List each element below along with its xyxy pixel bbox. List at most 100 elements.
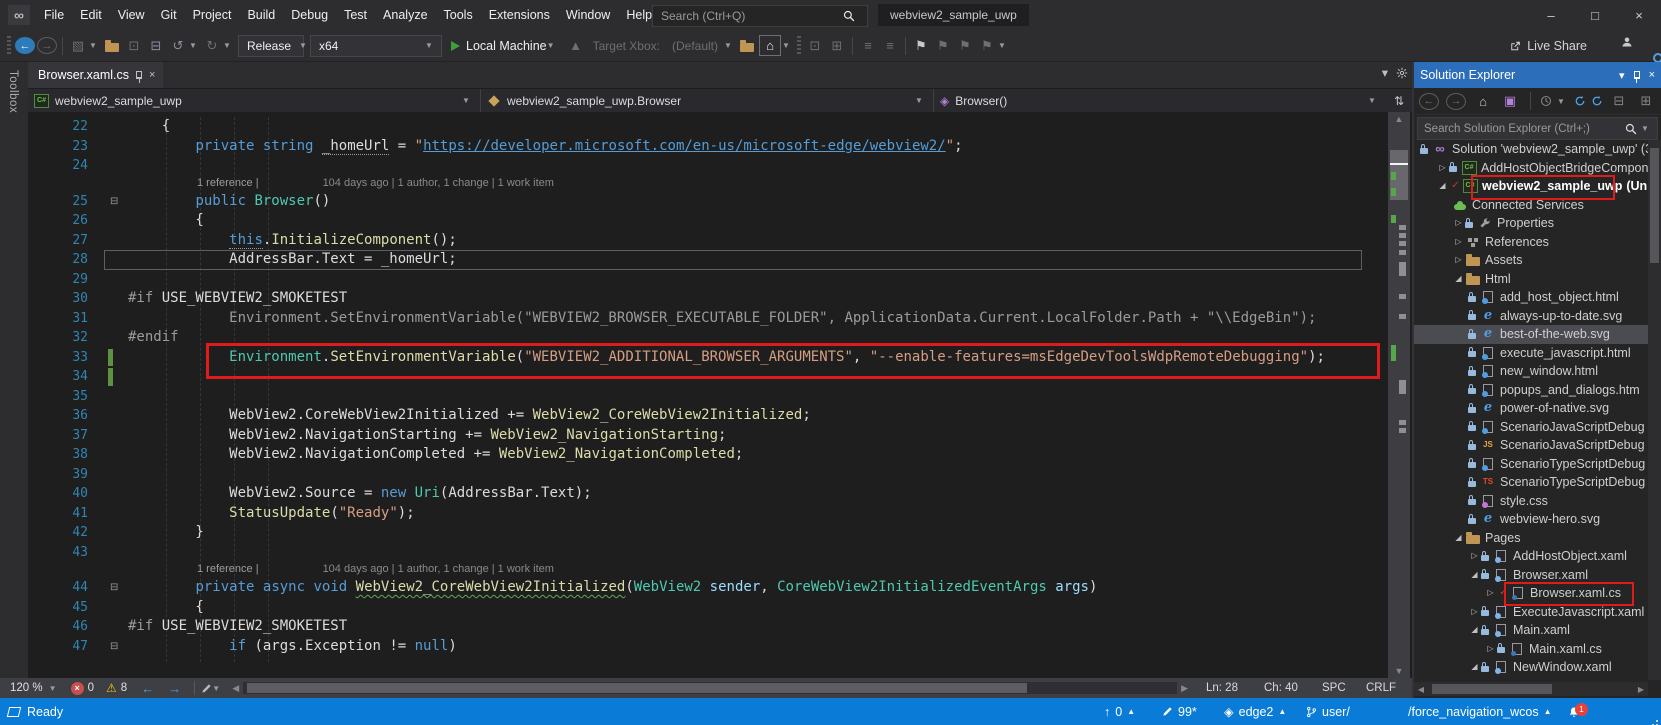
step-over-icon[interactable]: ⊞ [827,34,847,58]
tree-item-scenariojavascriptdebug[interactable]: JS ScenarioJavaScriptDebug [1414,436,1648,455]
chevron-down-icon[interactable]: ▼ [998,41,1010,50]
code-line-33[interactable]: 33 Environment.SetEnvironmentVariable("W… [28,348,1388,368]
fold-collapse-icon[interactable]: ⊟ [110,637,118,657]
tree-item-assets[interactable]: ▷ Assets [1414,251,1648,270]
se-sync-with-active-document-icon[interactable] [1574,95,1586,107]
se-properties-icon[interactable]: ⊞ [1636,89,1656,113]
collapsed-arrow-icon[interactable]: ▷ [1484,640,1497,659]
navigate-back-icon[interactable]: ← [141,681,154,696]
se-forward-icon[interactable]: → [1446,92,1466,110]
minimize-button[interactable]: – [1529,0,1573,30]
redo-icon[interactable]: ↻ [202,34,222,58]
line-ending-indicator[interactable]: CRLF [1366,682,1412,694]
tree-item-execute-javascript-html[interactable]: execute_javascript.html [1414,344,1648,363]
scrollbar-thumb[interactable] [1432,684,1552,694]
scrollbar-thumb[interactable] [1650,148,1659,263]
code-line-31[interactable]: 31 Environment.SetEnvironmentVariable("W… [28,309,1388,329]
tree-item-popups-and-dialogs-htm[interactable]: popups_and_dialogs.htm [1414,381,1648,400]
menu-project[interactable]: Project [185,0,240,30]
se-vertical-scrollbar[interactable] [1648,140,1661,680]
scroll-down-arrow[interactable]: ▼ [1388,666,1410,676]
codelens-references[interactable]: 1 reference | [197,562,259,578]
window-position-caret-icon[interactable]: ▾ [1619,69,1625,82]
hscroll-right-arrow[interactable]: ▶ [1634,685,1648,694]
feedback-icon[interactable] [1621,36,1633,51]
collapsed-arrow-icon[interactable]: ▷ [1484,584,1497,603]
navigate-forward-icon[interactable]: → [168,681,181,696]
undo-icon[interactable]: ↺ [168,34,188,58]
hscroll-left-arrow[interactable]: ◀ [232,683,239,694]
home-button-icon[interactable]: ⌂ [759,35,781,56]
commits-status[interactable]: ◈ edge2 ▲ [1224,698,1290,725]
tree-item-style-css[interactable]: style.css [1414,492,1648,511]
live-share-button[interactable]: Live Share [1509,34,1587,58]
clear-bookmarks-icon[interactable]: ⚑ [977,34,997,58]
tree-item-webview2-sample-uwp[interactable]: ◢✓C# webview2_sample_uwp (Unive [1414,177,1648,196]
solution-platforms-dropdown[interactable]: x64 ▼ [310,34,442,57]
fold-collapse-icon[interactable]: ⊟ [110,192,118,212]
expanded-arrow-icon[interactable]: ◢ [1452,529,1465,548]
tree-item-new-window-html[interactable]: new_window.html [1414,362,1648,381]
expanded-arrow-icon[interactable]: ◢ [1468,621,1481,640]
current-branch[interactable]: /force_navigation_wcos ▲ [1408,698,1556,725]
previous-bookmark-icon[interactable]: ⚑ [933,34,953,58]
menu-build[interactable]: Build [239,0,283,30]
expanded-arrow-icon[interactable]: ◢ [1436,177,1449,196]
pin-tab-icon[interactable] [136,71,142,83]
code-line-40[interactable]: 40 WebView2.Source = new Uri(AddressBar.… [28,484,1388,504]
navigate-backward-icon[interactable]: ← [15,37,35,54]
next-bookmark-icon[interactable]: ⚑ [955,34,975,58]
menu-view[interactable]: View [110,0,153,30]
code-line-32[interactable]: 32 #endif [28,328,1388,348]
tree-item-addhostobjectbridgecompone[interactable]: ▷ C# AddHostObjectBridgeCompone [1414,159,1648,178]
menu-analyze[interactable]: Analyze [375,0,435,30]
decrease-indent-icon[interactable]: ≡ [858,34,878,58]
chevron-down-icon[interactable]: ▼ [782,41,794,50]
code-line-30[interactable]: 30 #if USE_WEBVIEW2_SMOKETEST [28,289,1388,309]
menu-window[interactable]: Window [558,0,618,30]
tree-item-html[interactable]: ◢ Html [1414,270,1648,289]
warning-count[interactable]: 8 [121,682,127,694]
se-back-icon[interactable]: ← [1419,92,1439,110]
tree-item-browser-xaml-cs[interactable]: ▷ ✓ Browser.xaml.cs [1414,584,1648,603]
code-line-27[interactable]: 27 this.InitializeComponent(); [28,231,1388,251]
pending-edits[interactable]: 99* [1162,698,1197,725]
code-line-35[interactable]: 35 [28,387,1388,407]
scrollbar-thumb[interactable] [247,683,1028,693]
repo-user[interactable]: user/ [1306,698,1350,725]
tree-item-pages[interactable]: ◢ Pages [1414,529,1648,548]
code-line-28[interactable]: 28 AddressBar.Text = _homeUrl; [28,250,1388,270]
tree-item-references[interactable]: ▷ References [1414,233,1648,252]
se-home-icon[interactable]: ⌂ [1473,89,1493,113]
collapsed-arrow-icon[interactable]: ▷ [1436,159,1449,178]
code-line-44[interactable]: 44 ⊟ private async void WebView2_CoreWebV… [28,578,1388,598]
editor-vertical-scrollbar[interactable]: ▲ ▼ [1388,112,1410,678]
breadcrumb-member-dropdown[interactable]: ◈ Browser() ▼ [934,89,1386,112]
collapsed-arrow-icon[interactable]: ▷ [1452,251,1465,270]
maximize-button[interactable]: □ [1573,0,1617,30]
code-line-46[interactable]: 46 #if USE_WEBVIEW2_SMOKETEST [28,617,1388,637]
publish-status[interactable]: ↑ 0 ▲ [1104,698,1139,725]
zoom-level-dropdown[interactable]: 120 % [10,682,43,694]
error-count-icon[interactable]: × [70,681,84,695]
code-line-34[interactable]: 34 [28,367,1388,387]
tree-item-properties[interactable]: ▷ Properties [1414,214,1648,233]
close-tab-icon[interactable]: × [149,69,155,81]
hscroll-right-arrow[interactable]: ▶ [1181,683,1188,694]
tree-item-add-host-object-html[interactable]: add_host_object.html [1414,288,1648,307]
open-file-icon[interactable] [102,34,122,58]
menu-extensions[interactable]: Extensions [481,0,558,30]
tree-item-scenariotypescriptdebug[interactable]: TS ScenarioTypeScriptDebug [1414,473,1648,492]
hscroll-left-arrow[interactable]: ◀ [1414,685,1428,694]
breadcrumb-type-dropdown[interactable]: webview2_sample_uwp.Browser ▼ [481,89,934,112]
suggestion-pen-icon[interactable] [201,683,212,694]
toggle-bookmark-icon[interactable]: ⚑ [911,34,931,58]
attach-process-icon[interactable]: ⊡ [805,34,825,58]
collapsed-arrow-icon[interactable]: ▷ [1452,233,1465,252]
spaces-indicator[interactable]: SPC [1322,682,1366,694]
code-line-37[interactable]: 37 WebView2.NavigationStarting += WebVie… [28,426,1388,446]
tree-item-addhostobject-xaml[interactable]: ▷ AddHostObject.xaml [1414,547,1648,566]
expanded-arrow-icon[interactable]: ◢ [1468,658,1481,677]
tree-item-scenariojavascriptdebug[interactable]: ScenarioJavaScriptDebug [1414,418,1648,437]
quick-search-box[interactable]: Search (Ctrl+Q) [652,5,868,27]
